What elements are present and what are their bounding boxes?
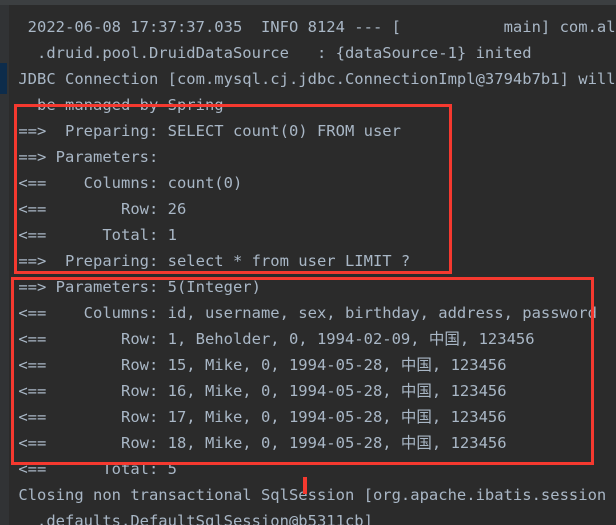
log-line: ==> Preparing: select * from user LIMIT … xyxy=(9,252,411,270)
log-line: <== Row: 16, Mike, 0, 1994-05-28, 中国, 12… xyxy=(9,382,507,400)
text-caret xyxy=(303,477,307,494)
log-line: <== Total: 5 xyxy=(9,460,177,478)
log-line: <== Columns: count(0) xyxy=(9,174,243,192)
console-output-area[interactable]: 2022-06-08 17:37:37.035 INFO 8124 --- [ … xyxy=(9,5,616,525)
log-line: <== Row: 17, Mike, 0, 1994-05-28, 中国, 12… xyxy=(9,408,507,426)
log-line: <== Row: 26 xyxy=(9,200,187,218)
log-line: <== Columns: id, username, sex, birthday… xyxy=(9,304,597,322)
log-line: <== Row: 18, Mike, 0, 1994-05-28, 中国, 12… xyxy=(9,434,507,452)
log-line: ==> Parameters: xyxy=(9,148,168,166)
log-line: be managed by Spring xyxy=(9,96,224,114)
log-line: <== Total: 1 xyxy=(9,226,177,244)
console-window: 2022-06-08 17:37:37.035 INFO 8124 --- [ … xyxy=(0,0,616,525)
log-line: ==> Preparing: SELECT count(0) FROM user xyxy=(9,122,401,140)
log-line: JDBC Connection [com.mysql.cj.jdbc.Conne… xyxy=(9,70,616,88)
log-line: <== Row: 1, Beholder, 0, 1994-02-09, 中国,… xyxy=(9,330,535,348)
log-line: 2022-06-08 17:37:37.035 INFO 8124 --- [ … xyxy=(9,18,616,36)
log-line: Closing non transactional SqlSession [or… xyxy=(9,486,607,504)
log-line: <== Row: 15, Mike, 0, 1994-05-28, 中国, 12… xyxy=(9,356,507,374)
gutter-change-marker[interactable] xyxy=(0,63,7,94)
editor-gutter[interactable] xyxy=(0,5,9,525)
log-line: .druid.pool.DruidDataSource : {dataSourc… xyxy=(9,44,532,62)
log-line: ==> Parameters: 5(Integer) xyxy=(9,278,261,296)
log-line: .defaults.DefaultSqlSession@b5311cb] xyxy=(9,512,373,525)
